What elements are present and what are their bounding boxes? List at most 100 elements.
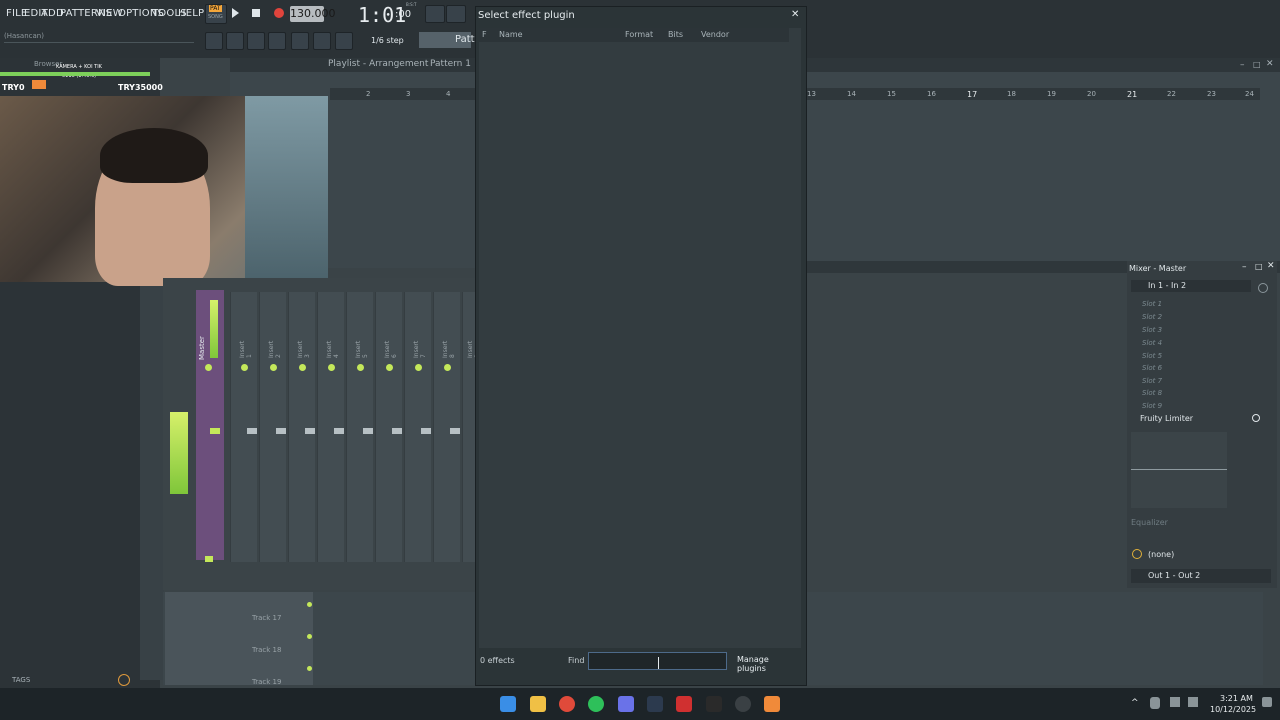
effect-slot[interactable]: Slot 4 (1142, 339, 1162, 347)
master-route-arrow-icon[interactable] (205, 556, 213, 562)
maximize-icon[interactable]: □ (1255, 262, 1263, 271)
column-vendor[interactable]: Vendor (701, 30, 729, 39)
dialog-close-icon[interactable]: ✕ (791, 9, 799, 20)
volume-icon[interactable] (1188, 697, 1198, 707)
steam-icon[interactable] (647, 696, 663, 712)
volume-fader[interactable] (421, 428, 431, 434)
input-knob[interactable] (1258, 283, 1268, 293)
insert-strip[interactable]: Insert 6 (375, 292, 402, 562)
view-channelrack-icon[interactable] (247, 32, 265, 50)
view-pianoroll-icon[interactable] (226, 32, 244, 50)
eq-display[interactable] (1131, 432, 1227, 508)
windows-start-icon[interactable] (500, 696, 516, 712)
close-icon[interactable]: ✕ (1267, 261, 1275, 271)
snap-selector[interactable]: 1/6 step (371, 36, 404, 45)
record-icon[interactable] (274, 8, 284, 18)
pattern-selector[interactable]: Patte (419, 32, 481, 48)
pan-knob[interactable] (386, 364, 393, 371)
menu-help[interactable]: HELP (178, 8, 204, 19)
view-mixer-icon[interactable] (268, 32, 286, 50)
effect-slot[interactable]: Slot 5 (1142, 352, 1162, 360)
active-plugin[interactable]: Fruity Limiter (1140, 414, 1193, 423)
recorder-icon[interactable] (676, 696, 692, 712)
volume-fader[interactable] (334, 428, 344, 434)
view-playlist-icon[interactable] (205, 32, 223, 50)
pan-knob[interactable] (328, 364, 335, 371)
chrome-icon[interactable] (559, 696, 575, 712)
pan-knob[interactable] (357, 364, 364, 371)
track-mute-led[interactable] (307, 602, 312, 607)
notification-icon[interactable] (1262, 697, 1272, 707)
volume-fader[interactable] (450, 428, 460, 434)
arrow-right-icon[interactable] (313, 32, 331, 50)
effect-slot[interactable]: Slot 8 (1142, 389, 1162, 397)
column-f[interactable]: F (482, 30, 487, 39)
track-mute-led[interactable] (307, 666, 312, 671)
effect-slot[interactable]: Slot 2 (1142, 313, 1162, 321)
close-icon[interactable]: ✕ (1266, 59, 1274, 69)
insert-strip[interactable]: Insert 5 (346, 292, 373, 562)
clock-date[interactable]: 10/12/2025 (1210, 705, 1256, 714)
search-icon[interactable] (118, 674, 130, 686)
minimize-icon[interactable]: – (1240, 60, 1245, 70)
slot-mix-knob[interactable] (1252, 414, 1260, 422)
manage-plugins-button[interactable]: Manage plugins (730, 652, 796, 673)
insert-strip[interactable]: Insert 3 (288, 292, 315, 562)
input-selector[interactable]: In 1 - In 2 (1131, 280, 1251, 292)
track-name[interactable]: Track 18 (252, 646, 281, 654)
output-selector[interactable]: Out 1 - Out 2 (1131, 569, 1271, 583)
microphone-icon[interactable] (335, 32, 353, 50)
obs-icon[interactable] (735, 696, 751, 712)
clock-time[interactable]: 3:21 AM (1220, 694, 1253, 703)
effect-slot[interactable]: Slot 9 (1142, 402, 1162, 410)
column-bits[interactable]: Bits (668, 30, 683, 39)
send-selector[interactable]: (none) (1148, 550, 1174, 559)
pan-knob[interactable] (415, 364, 422, 371)
plugin-list[interactable] (479, 28, 801, 648)
master-fader[interactable] (210, 428, 220, 434)
spotify-icon[interactable] (588, 696, 604, 712)
column-format[interactable]: Format (625, 30, 653, 39)
maximize-icon[interactable]: □ (1253, 60, 1261, 69)
column-name[interactable]: Name (499, 30, 523, 39)
stop-icon[interactable] (252, 9, 260, 17)
pan-knob[interactable] (270, 364, 277, 371)
network-icon[interactable] (1170, 697, 1180, 707)
pat-song-toggle[interactable]: PAT SONG (205, 4, 227, 24)
volume-fader[interactable] (247, 428, 257, 434)
master-pan-knob[interactable] (205, 364, 212, 371)
volume-fader[interactable] (305, 428, 315, 434)
master-strip[interactable]: Master (196, 290, 224, 562)
effect-slot[interactable]: Slot 7 (1142, 377, 1162, 385)
tags-label[interactable]: TAGS (12, 676, 30, 684)
pan-knob[interactable] (444, 364, 451, 371)
insert-strip[interactable]: Insert 1 (230, 292, 257, 562)
tempo-display[interactable]: 130.000 (290, 6, 336, 22)
track-name[interactable]: Track 17 (252, 614, 281, 622)
pan-knob[interactable] (241, 364, 248, 371)
play-icon[interactable] (232, 8, 239, 18)
insert-strip[interactable]: Insert 7 (404, 292, 431, 562)
pan-knob[interactable] (299, 364, 306, 371)
effect-slot[interactable]: Slot 3 (1142, 326, 1162, 334)
microphone-tray-icon[interactable] (1150, 697, 1160, 709)
track-name[interactable]: Track 19 (252, 678, 281, 686)
file-explorer-icon[interactable] (530, 696, 546, 712)
minimize-icon[interactable]: – (1242, 262, 1247, 272)
playlist-pattern[interactable]: Pattern 1 (430, 59, 471, 69)
insert-strip[interactable]: Insert 2 (259, 292, 286, 562)
volume-fader[interactable] (363, 428, 373, 434)
typing-keyboard-icon[interactable] (446, 5, 466, 23)
mixer-icon[interactable] (291, 32, 309, 50)
chevron-up-icon[interactable]: ^ (1131, 698, 1139, 708)
volume-fader[interactable] (276, 428, 286, 434)
volume-fader[interactable] (392, 428, 402, 434)
insert-strip[interactable]: Insert 9 (462, 292, 481, 562)
effect-slot[interactable]: Slot 1 (1142, 300, 1162, 308)
piano-icon[interactable] (425, 5, 445, 23)
track-mute-led[interactable] (307, 634, 312, 639)
capcut-icon[interactable] (706, 696, 722, 712)
insert-strip[interactable]: Insert 4 (317, 292, 344, 562)
discord-icon[interactable] (618, 696, 634, 712)
effect-slot[interactable]: Slot 6 (1142, 364, 1162, 372)
